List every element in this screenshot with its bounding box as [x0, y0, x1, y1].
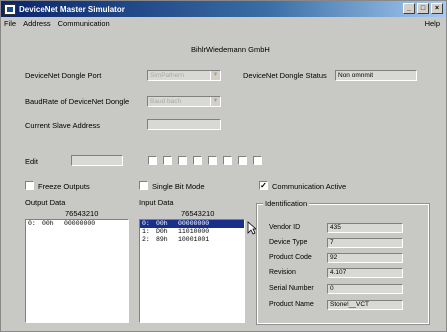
menu-address[interactable]: Address [23, 19, 51, 28]
mouse-cursor-icon [247, 221, 257, 235]
edit-bit-checkbox[interactable] [178, 156, 187, 165]
app-icon [4, 3, 16, 15]
communication-active-checkbox[interactable]: ✓ [259, 181, 268, 190]
output-data-list[interactable]: 0: 00h 00000000 [25, 219, 129, 323]
product-name-label: Product Name [269, 301, 314, 308]
output-data-label: Output Data [25, 198, 66, 207]
product-code-label: Product Code [269, 254, 312, 261]
company-name: BihlrWiedemann GmbH [191, 45, 270, 54]
product-code-field: 92 [327, 253, 403, 263]
edit-bit-checkbox[interactable] [253, 156, 262, 165]
baud-rate-label: BaudRate of DeviceNet Dongle [25, 97, 130, 106]
vendor-id-label: Vendor ID [269, 224, 301, 231]
main-window: DeviceNet Master Simulator _ □ × File Ad… [0, 0, 447, 332]
menu-file[interactable]: File [4, 19, 16, 28]
dongle-port-select[interactable]: SimPathern ▼ [147, 70, 221, 81]
slave-address-label: Current Slave Address [25, 121, 101, 130]
revision-field: 4.107 [327, 268, 403, 278]
single-bit-mode-checkbox[interactable] [139, 181, 148, 190]
dongle-port-value: SimPathern [150, 72, 184, 79]
edit-bit-checkbox[interactable] [193, 156, 202, 165]
serial-number-field: 0 [327, 284, 403, 294]
title-bar[interactable]: DeviceNet Master Simulator _ □ × [1, 1, 446, 17]
identification-label: Identification [263, 199, 310, 208]
input-data-label: Input Data [139, 198, 174, 207]
edit-bit-checkbox[interactable] [208, 156, 217, 165]
input-data-list[interactable]: 0: 00h 00000000 1: D0h 11010000 2: 89h 1… [139, 219, 245, 323]
edit-bit-checkbox[interactable] [223, 156, 232, 165]
device-type-label: Device Type [269, 239, 308, 246]
single-bit-mode-label: Single Bit Mode [152, 182, 205, 191]
baud-rate-value: Baud bach [150, 98, 182, 105]
maximize-icon[interactable]: □ [417, 3, 429, 14]
freeze-outputs-checkbox[interactable] [25, 181, 34, 190]
edit-bit-checkbox[interactable] [163, 156, 172, 165]
output-bit-header: 76543210 [65, 209, 99, 218]
menu-communication[interactable]: Communication [58, 19, 110, 28]
product-name-field: Stone!__VCT [327, 300, 403, 310]
list-item[interactable]: 0: 00h 00000000 [140, 220, 244, 228]
edit-input[interactable] [71, 155, 123, 166]
communication-active-label: Communication Active [272, 182, 347, 191]
dongle-status-label: DeviceNet Dongle Status [243, 71, 327, 80]
list-item[interactable]: 2: 89h 10001001 [140, 236, 244, 244]
dongle-status-field: Non omnmit [335, 70, 417, 81]
serial-number-label: Serial Number [269, 285, 314, 292]
list-item[interactable]: 0: 00h 00000000 [26, 220, 128, 228]
revision-label: Revision [269, 269, 296, 276]
edit-bit-checkbox[interactable] [148, 156, 157, 165]
dongle-port-label: DeviceNet Dongle Port [25, 71, 102, 80]
close-icon[interactable]: × [431, 3, 443, 14]
chevron-down-icon[interactable]: ▼ [210, 71, 220, 80]
slave-address-field [147, 119, 221, 130]
edit-label: Edit [25, 157, 38, 166]
menu-help[interactable]: Help [425, 17, 440, 30]
window-title: DeviceNet Master Simulator [19, 4, 125, 14]
edit-bit-checkbox[interactable] [238, 156, 247, 165]
freeze-outputs-label: Freeze Outputs [38, 182, 90, 191]
chevron-down-icon[interactable]: ▼ [210, 97, 220, 106]
menu-bar: File Address Communication Help [1, 17, 446, 30]
baud-rate-select[interactable]: Baud bach ▼ [147, 96, 221, 107]
list-item[interactable]: 1: D0h 11010000 [140, 228, 244, 236]
vendor-id-field: 435 [327, 223, 403, 233]
device-type-field: 7 [327, 238, 403, 248]
window-controls: _ □ × [403, 3, 443, 14]
input-bit-header: 76543210 [181, 209, 215, 218]
minimize-icon[interactable]: _ [403, 3, 415, 14]
